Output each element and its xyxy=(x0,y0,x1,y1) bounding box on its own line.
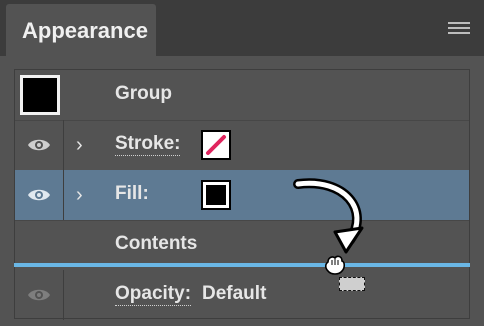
drag-arrow-icon xyxy=(293,178,364,254)
drag-ghost-rectangle xyxy=(339,277,365,291)
grab-cursor-icon xyxy=(324,255,346,275)
appearance-panel: Appearance Group › Stroke: › Fill: Conte… xyxy=(0,0,484,326)
